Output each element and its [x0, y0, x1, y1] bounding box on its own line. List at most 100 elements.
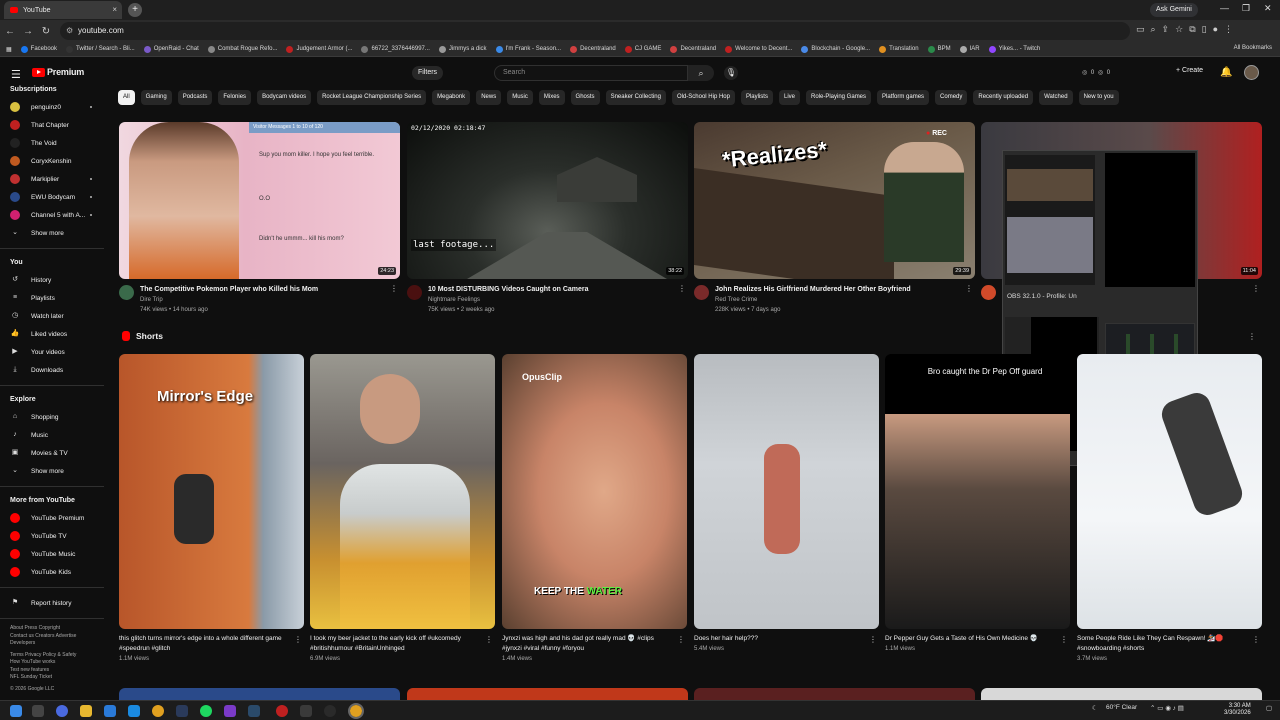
short-thumbnail[interactable]	[694, 354, 879, 629]
show-more-button[interactable]: ⌄ Show more	[0, 462, 104, 480]
app-icon[interactable]	[300, 705, 312, 717]
search-input[interactable]: Search	[494, 65, 688, 81]
filter-chip[interactable]: All	[118, 90, 135, 105]
filter-chip[interactable]: Sneaker Collecting	[605, 90, 666, 105]
short-title[interactable]: Jynxzi was high and his dad got really m…	[502, 634, 672, 654]
show-more-button[interactable]: ⌄ Show more	[0, 224, 104, 242]
filter-chip[interactable]: Megabonk	[432, 90, 471, 105]
steam-icon[interactable]	[176, 705, 188, 717]
video-card[interactable]: 02/12/2020 02:18:47 last footage... 38:2…	[407, 122, 688, 320]
short-thumbnail[interactable]: Bro caught the Dr Pep Off guard	[885, 354, 1070, 629]
video-thumbnail[interactable]: 02/12/2020 02:18:47 last footage... 38:2…	[407, 122, 688, 279]
forward-icon[interactable]: →	[20, 26, 36, 37]
create-button[interactable]: + Create	[1176, 67, 1203, 74]
filter-chip[interactable]: Role-Playing Games	[806, 90, 872, 105]
footer-line[interactable]: Developers	[10, 640, 104, 648]
sidebar-item[interactable]: YouTube Kids	[0, 563, 104, 581]
filter-chip[interactable]: Podcasts	[177, 90, 213, 105]
filter-chip[interactable]: Comedy	[935, 90, 968, 105]
sidepanel-icon[interactable]: ▯	[1202, 24, 1207, 35]
sidebar-item[interactable]: 👍 Liked videos	[0, 325, 104, 343]
filter-chip[interactable]: Bodycam videos	[257, 90, 312, 105]
more-options-icon[interactable]: ⋮	[294, 635, 302, 644]
bookmark-item[interactable]: Welcome to Decent...	[725, 45, 792, 53]
report-history-button[interactable]: ⚑ Report history	[0, 594, 104, 612]
all-bookmarks[interactable]: All Bookmarks	[1234, 45, 1272, 51]
short-card[interactable]: Does her hair help??? 5.4M views ⋮	[694, 354, 879, 652]
sidebar-item[interactable]: ♪ Music	[0, 426, 104, 444]
filter-chip[interactable]: Mixes	[538, 90, 565, 105]
footer-line[interactable]: How YouTube works	[10, 659, 104, 667]
footer-line[interactable]: About Press Copyright	[10, 625, 104, 633]
video-card[interactable]: Visitor Messages 1 to 10 of 120 Sup you …	[119, 122, 400, 320]
search-icon[interactable]: ⌕	[688, 65, 714, 81]
bookmark-item[interactable]: Yikes... - Twitch	[988, 45, 1040, 53]
subscription-item[interactable]: CoryxKenshin	[0, 152, 104, 170]
bookmark-item[interactable]: Blockchain - Google...	[801, 45, 870, 53]
chrome-active-icon[interactable]	[348, 703, 364, 719]
filter-chip[interactable]: Platform games	[877, 90, 930, 105]
notification-center-icon[interactable]: ▢	[1266, 704, 1272, 712]
more-options-icon[interactable]: ⋮	[1252, 635, 1260, 644]
app-icon[interactable]	[248, 705, 260, 717]
more-options-icon[interactable]: ⋮	[1060, 635, 1068, 644]
extensions-icon[interactable]: ⧉	[1189, 24, 1195, 35]
sidebar-item[interactable]: ↺ History	[0, 271, 104, 289]
video-thumbnail[interactable]: Visitor Messages 1 to 10 of 120 Sup you …	[119, 122, 400, 279]
subscription-item[interactable]: The Void	[0, 134, 104, 152]
filters-button[interactable]: Filters	[412, 66, 444, 80]
short-thumbnail[interactable]	[1077, 354, 1262, 629]
app-icon[interactable]	[276, 705, 288, 717]
short-thumbnail[interactable]: Mirror's Edge	[119, 354, 304, 629]
bookmark-item[interactable]: Decentraland	[670, 45, 716, 53]
site-info-icon[interactable]: ⚙	[66, 22, 73, 40]
filter-chip[interactable]: Felonies	[218, 90, 252, 105]
video-thumbnail-peek[interactable]	[119, 688, 400, 700]
subscription-item[interactable]: EWU Bodycam	[0, 188, 104, 206]
video-title[interactable]: John Realizes His Girlfriend Murdered He…	[715, 285, 965, 294]
sidebar-item[interactable]: ▣ Movies & TV	[0, 444, 104, 462]
filter-chip[interactable]: News	[476, 90, 502, 105]
subscriptions-title[interactable]: Subscriptions	[0, 82, 104, 98]
filter-chip[interactable]: Old-School Hip Hop	[671, 90, 735, 105]
bookmark-item[interactable]: Jimmys a dick	[438, 45, 487, 53]
short-title[interactable]: this glitch turns mirror's edge into a w…	[119, 634, 289, 654]
bookmark-item[interactable]: Combat Rogue Refo...	[207, 45, 277, 53]
weather-text[interactable]: 60°F Clear	[1106, 704, 1137, 711]
more-options-icon[interactable]: ⋮	[678, 284, 686, 293]
footer-line[interactable]: Contact us Creators Advertise	[10, 633, 104, 641]
short-thumbnail[interactable]	[310, 354, 495, 629]
bookmark-item[interactable]: Translation	[879, 45, 919, 53]
clock[interactable]: 3:30 AM 3/30/2026	[1224, 703, 1251, 717]
zoom-icon[interactable]: ⌕	[1151, 24, 1156, 35]
filter-chip[interactable]: Recently uploaded	[973, 90, 1034, 105]
video-thumbnail[interactable]: *Realizes* ● REC 29:39	[694, 122, 975, 279]
share-icon[interactable]: ⇪	[1162, 24, 1170, 35]
bookmark-star-icon[interactable]: ☆	[1175, 24, 1183, 35]
microphone-icon[interactable]: 🎙	[724, 66, 738, 80]
bookmark-item[interactable]: OpenRaid - Chat	[143, 45, 199, 53]
filter-chip[interactable]: Live	[778, 90, 800, 105]
cast-icon[interactable]: ▭	[1136, 24, 1145, 35]
channel-name[interactable]: Dire Trip	[140, 297, 163, 303]
more-options-icon[interactable]: ⋮	[1252, 284, 1260, 293]
filter-chip[interactable]: New to you	[1078, 90, 1119, 105]
start-icon[interactable]	[10, 705, 22, 717]
apps-icon[interactable]: ▦	[6, 46, 12, 53]
spotify-icon[interactable]	[200, 705, 212, 717]
ask-gemini-button[interactable]: Ask Gemini	[1150, 3, 1198, 17]
more-options-icon[interactable]: ⋮	[965, 284, 973, 293]
maximize-icon[interactable]: ❐	[1242, 3, 1250, 14]
file-explorer-icon[interactable]	[80, 705, 92, 717]
channel-name[interactable]: Red Tree Crime	[715, 297, 757, 303]
footer-line[interactable]: Test new features	[10, 667, 104, 675]
close-tab-icon[interactable]: ×	[112, 5, 117, 14]
short-title[interactable]: I took my beer jacket to the early kick …	[310, 634, 480, 654]
new-tab-button[interactable]: +	[128, 3, 142, 17]
video-thumbnail-peek[interactable]	[981, 688, 1262, 700]
sidebar-item[interactable]: ⤓ Downloads	[0, 361, 104, 379]
bookmark-item[interactable]: I'm Frank - Season...	[495, 45, 561, 53]
video-thumbnail-peek[interactable]	[407, 688, 688, 700]
you-title[interactable]: You	[0, 255, 104, 271]
edge-icon[interactable]	[128, 705, 140, 717]
